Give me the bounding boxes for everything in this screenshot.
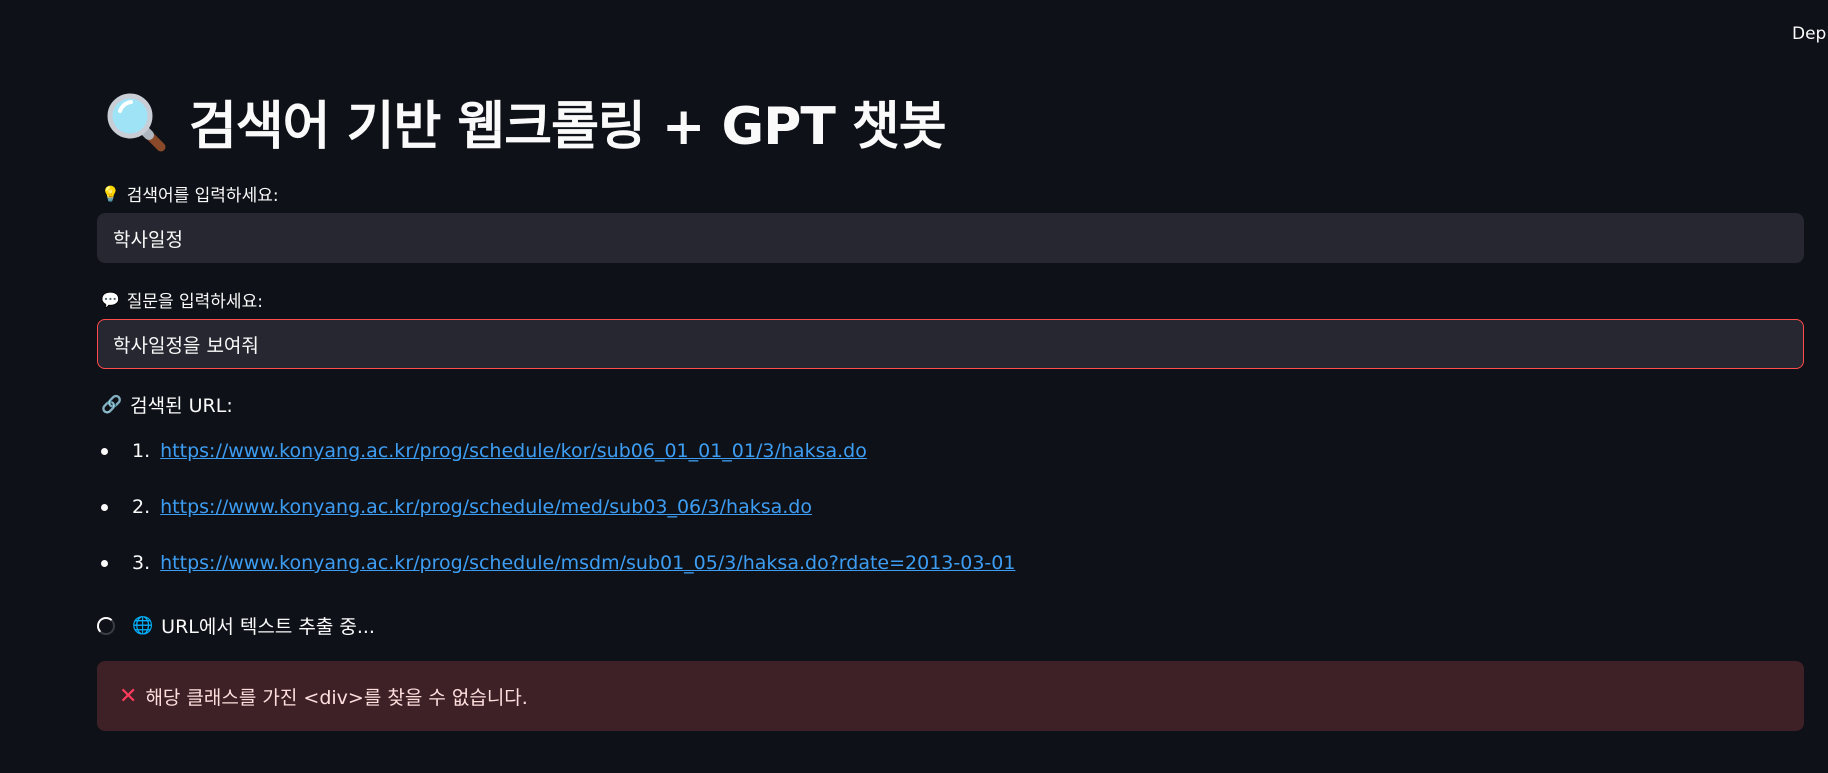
status-text: URL에서 텍스트 추출 중... [161,616,375,638]
app-root: Deploy 검색어 기반 웹크롤링 + GPT 챗봇 💡 검색어를 입력하세요… [0,0,1828,773]
lightbulb-icon: 💡 [101,184,120,203]
error-text: 해당 클래스를 가진 <div>를 찾을 수 없습니다. [145,686,528,709]
bullet [101,447,108,455]
spinner-icon [97,616,115,635]
page-title: 검색어 기반 웹크롤링 + GPT 챗봇 [105,84,947,159]
url-list-header-text: 검색된 URL: [130,395,233,417]
globe-icon: 🌐 [132,615,154,636]
url-link[interactable]: https://www.konyang.ac.kr/prog/schedule/… [160,496,812,518]
url-list-header: 🔗 검색된 URL: [101,391,233,418]
deploy-button[interactable]: Deploy [1792,24,1828,44]
url-link[interactable]: https://www.konyang.ac.kr/prog/schedule/… [160,440,867,462]
search-input-value: 학사일정 [113,228,183,251]
bullet [101,559,108,567]
speech-bubble-icon: 💬 [101,290,120,309]
magnifier-icon [105,91,167,153]
search-input[interactable]: 학사일정 [97,213,1804,263]
question-input-value: 학사일정을 보여줘 [113,334,259,357]
list-item-number: 3. [132,552,151,574]
list-item-number: 2. [132,496,151,518]
search-field-label: 💡 검색어를 입력하세요: [101,181,279,207]
list-item-number: 1. [132,440,151,462]
question-input[interactable]: 학사일정을 보여줘 [97,319,1804,369]
list-item: 3. https://www.konyang.ac.kr/prog/schedu… [97,552,1015,574]
list-item: 2. https://www.konyang.ac.kr/prog/schedu… [97,496,812,518]
error-alert: ✕ 해당 클래스를 가진 <div>를 찾을 수 없습니다. [97,661,1804,731]
link-icon: 🔗 [101,394,123,415]
page-title-text: 검색어 기반 웹크롤링 + GPT 챗봇 [189,97,947,157]
status-spinner-row: 🌐 URL에서 텍스트 추출 중... [97,612,375,639]
search-field-label-text: 검색어를 입력하세요: [126,186,279,206]
url-link[interactable]: https://www.konyang.ac.kr/prog/schedule/… [160,552,1015,574]
bullet [101,503,108,511]
question-field-label: 💬 질문을 입력하세요: [101,287,263,313]
cross-icon: ✕ [119,683,138,709]
question-field-label-text: 질문을 입력하세요: [126,292,263,312]
list-item: 1. https://www.konyang.ac.kr/prog/schedu… [97,440,867,462]
